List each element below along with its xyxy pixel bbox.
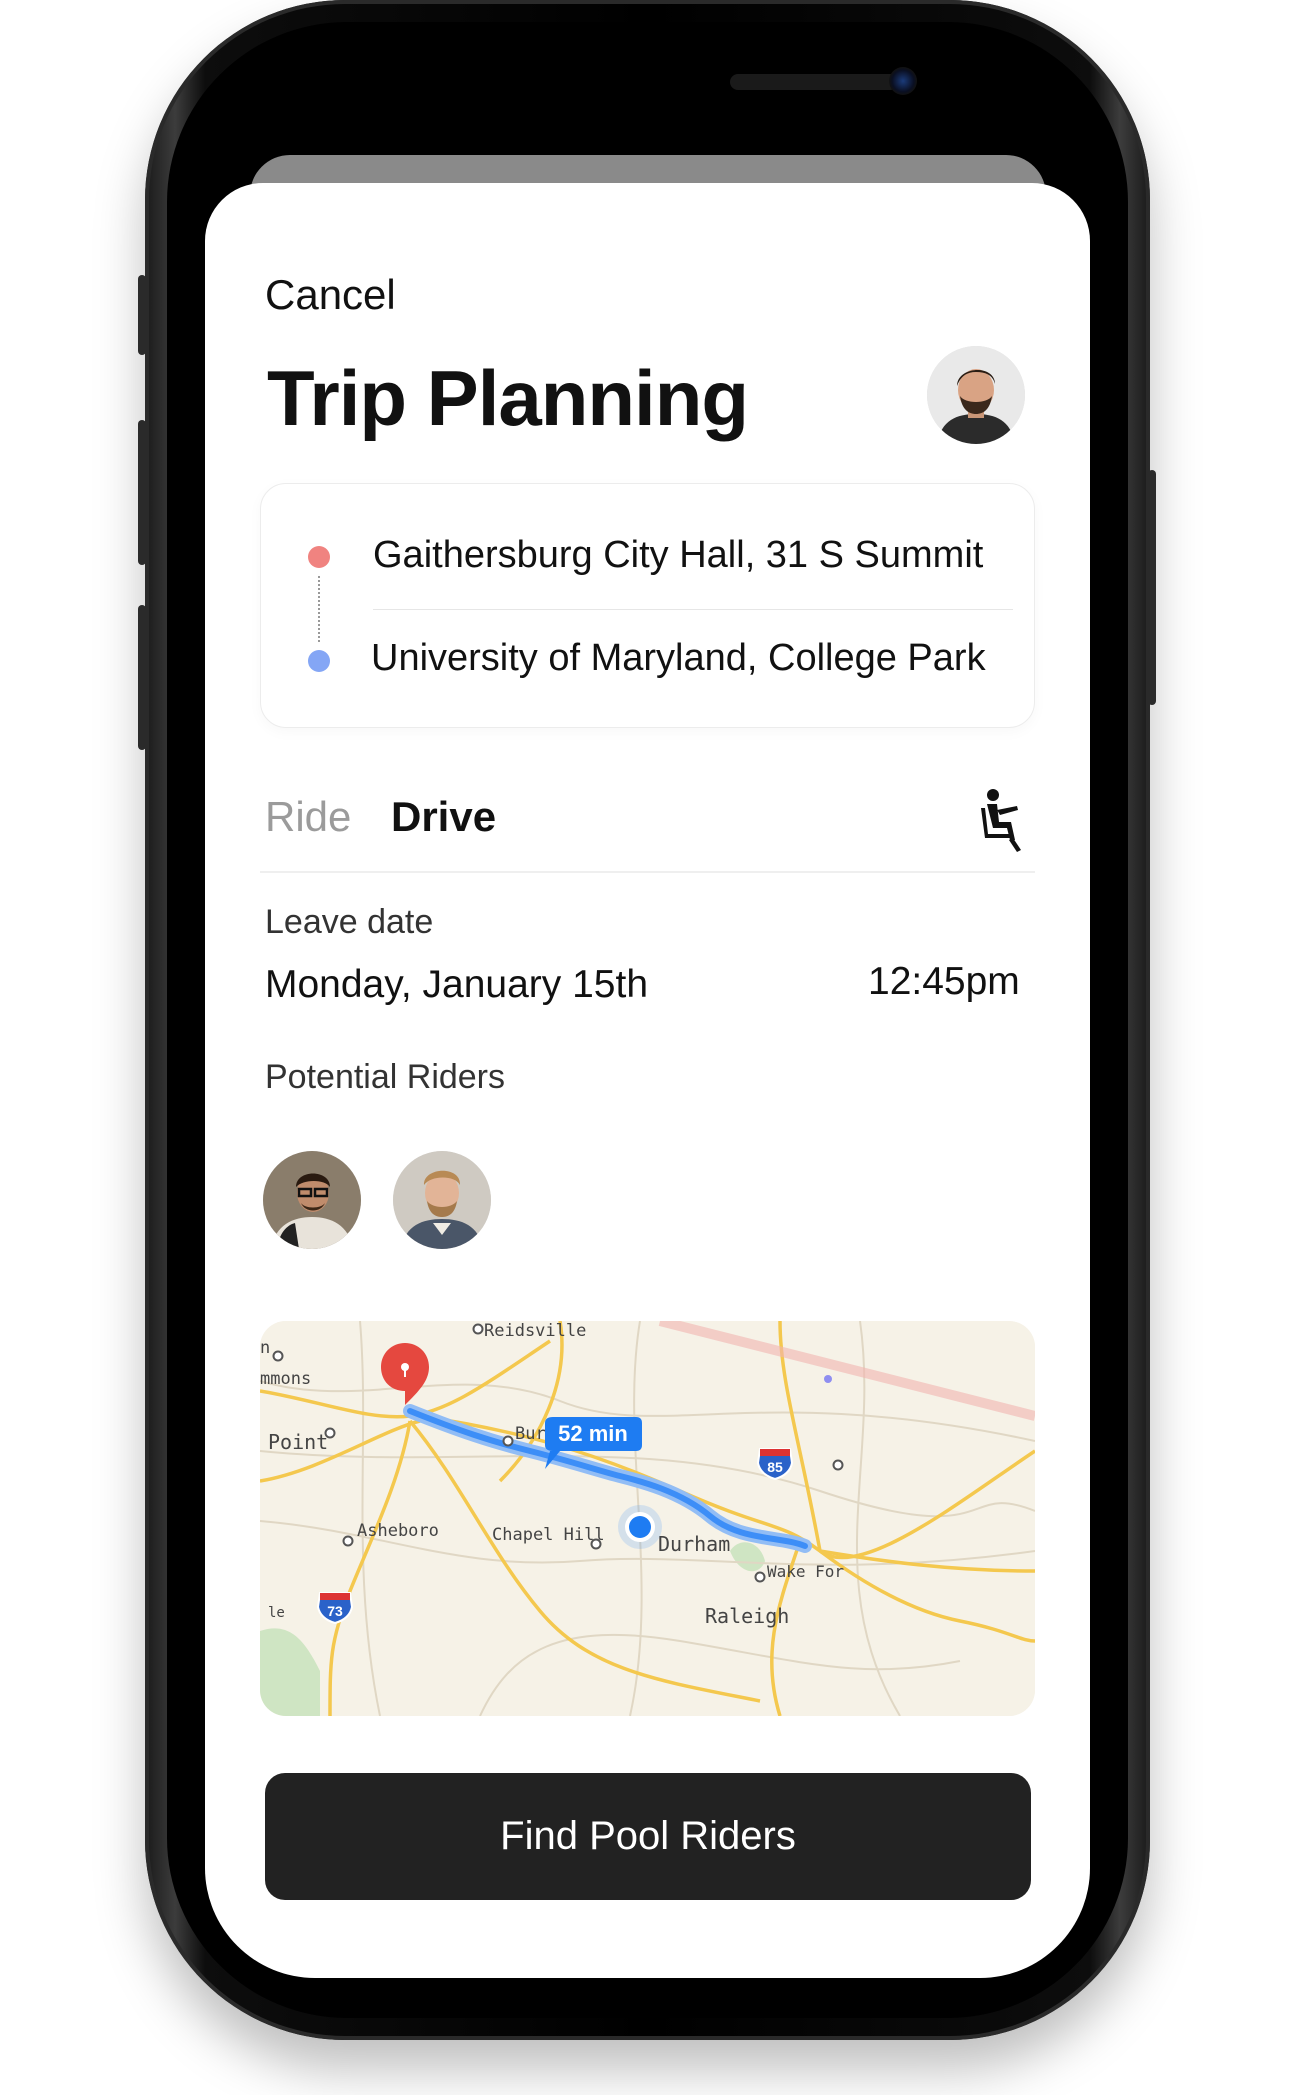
front-camera [889,67,917,95]
potential-riders-label: Potential Riders [265,1058,506,1096]
current-location-icon [618,1505,662,1549]
avatar-image [263,1151,361,1249]
route-card: Gaithersburg City Hall, 31 S Summit Univ… [260,483,1035,728]
map-canvas[interactable]: 85 73 Reidsville mmons Point Bur Ashebor… [260,1321,1035,1716]
person-in-seat-icon[interactable] [975,788,1031,854]
tabs-divider [260,871,1035,873]
avatar-image [927,346,1025,444]
route-connector [318,576,320,642]
address-divider [373,609,1013,610]
cancel-button[interactable]: Cancel [265,271,396,319]
origin-field[interactable]: Gaithersburg City Hall, 31 S Summit [373,534,983,577]
trip-planning-sheet: Cancel Trip Planning Gaithersburg City H… [205,183,1090,1978]
leave-date-label: Leave date [265,903,434,941]
map-place-label: Raleigh [705,1604,789,1628]
destination-dot-icon [308,650,330,672]
avatar-image [393,1151,491,1249]
map-place-label: mmons [260,1369,311,1389]
shield-label: 73 [327,1603,343,1619]
duration-label: 52 min [558,1421,628,1446]
map-place-label: le [268,1605,285,1621]
route-map[interactable]: 85 73 Reidsville mmons Point Bur Ashebor… [260,1321,1035,1716]
leave-date-value[interactable]: Monday, January 15th [265,963,648,1007]
destination-field[interactable]: University of Maryland, College Park [371,637,986,680]
power-button [1148,470,1156,705]
rider-avatar[interactable] [263,1151,361,1249]
volume-up-button [138,420,146,565]
map-place-label: Asheboro [357,1521,439,1541]
volume-down-button [138,605,146,750]
map-place-label: Bur [515,1424,546,1444]
map-place-label: n [260,1338,270,1358]
map-place-label: Wake For [767,1562,844,1581]
find-pool-riders-button[interactable]: Find Pool Riders [265,1773,1031,1900]
leave-time-value[interactable]: 12:45pm [868,960,1020,1004]
map-place-label: Chapel Hill [492,1525,605,1545]
tab-drive[interactable]: Drive [391,793,496,841]
map-place-label: Point [268,1430,328,1454]
origin-dot-icon [308,546,330,568]
shield-label: 85 [767,1459,783,1475]
rider-avatar[interactable] [393,1151,491,1249]
tab-ride[interactable]: Ride [265,793,351,841]
map-place-label: Reidsville [484,1321,586,1341]
silent-switch [138,275,146,355]
speaker-grille [730,74,898,90]
map-place-label: Durham [658,1532,730,1556]
user-avatar[interactable] [927,346,1025,444]
page-title: Trip Planning [267,354,749,442]
